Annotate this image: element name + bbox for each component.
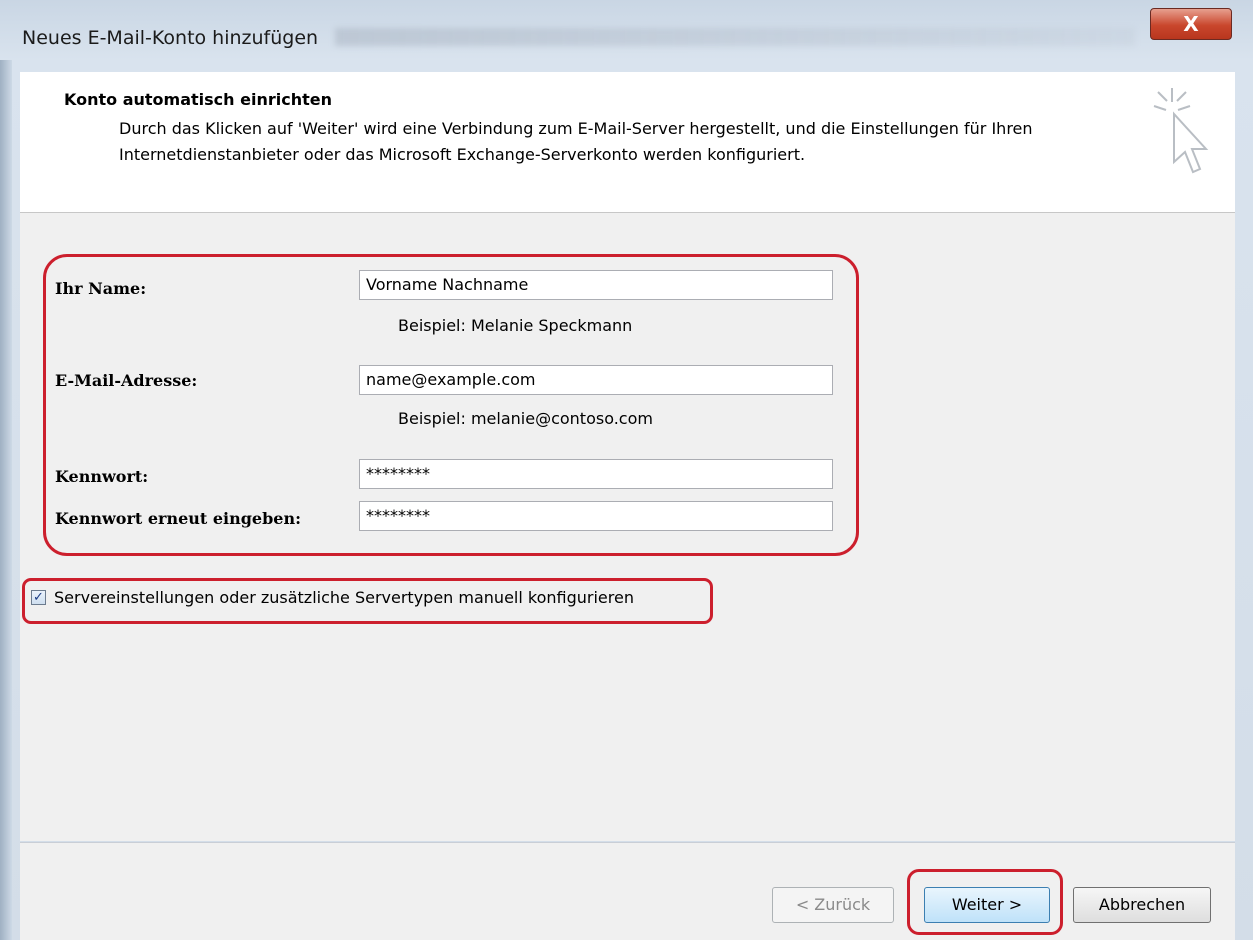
password-repeat-input[interactable]: ******** (359, 501, 833, 531)
content-area: Ihr Name: Vorname Nachname Beispiel: Mel… (20, 213, 1235, 841)
email-input[interactable]: name@example.com (359, 365, 833, 395)
next-button[interactable]: Weiter > (924, 887, 1050, 923)
password-input[interactable]: ******** (359, 459, 833, 489)
blurred-background-text (335, 28, 1135, 46)
email-hint: Beispiel: melanie@contoso.com (398, 409, 653, 428)
button-bar: < Zurück Weiter > Abbrechen (20, 843, 1235, 940)
close-button[interactable]: X (1150, 8, 1232, 40)
title-bar: Neues E-Mail-Konto hinzufügen X (0, 0, 1253, 70)
name-label: Ihr Name: (55, 279, 147, 298)
cancel-button[interactable]: Abbrechen (1073, 887, 1211, 923)
window-frame-edge (0, 60, 12, 940)
header-panel: Konto automatisch einrichten Durch das K… (20, 72, 1235, 213)
manual-config-checkbox[interactable]: ✓ (31, 590, 46, 605)
manual-config-label[interactable]: Servereinstellungen oder zusätzliche Ser… (54, 588, 634, 607)
window-title: Neues E-Mail-Konto hinzufügen (22, 27, 319, 49)
password-label: Kennwort: (55, 467, 149, 486)
back-button[interactable]: < Zurück (772, 887, 894, 923)
header-description: Durch das Klicken auf 'Weiter' wird eine… (119, 119, 1033, 164)
name-hint: Beispiel: Melanie Speckmann (398, 316, 633, 335)
email-label: E-Mail-Adresse: (55, 371, 198, 390)
dialog-window: Neues E-Mail-Konto hinzufügen X Konto au… (0, 0, 1253, 940)
header-title: Konto automatisch einrichten (64, 90, 332, 109)
password-repeat-label: Kennwort erneut eingeben: (55, 509, 302, 528)
name-input[interactable]: Vorname Nachname (359, 270, 833, 300)
cursor-click-icon (1153, 88, 1209, 174)
